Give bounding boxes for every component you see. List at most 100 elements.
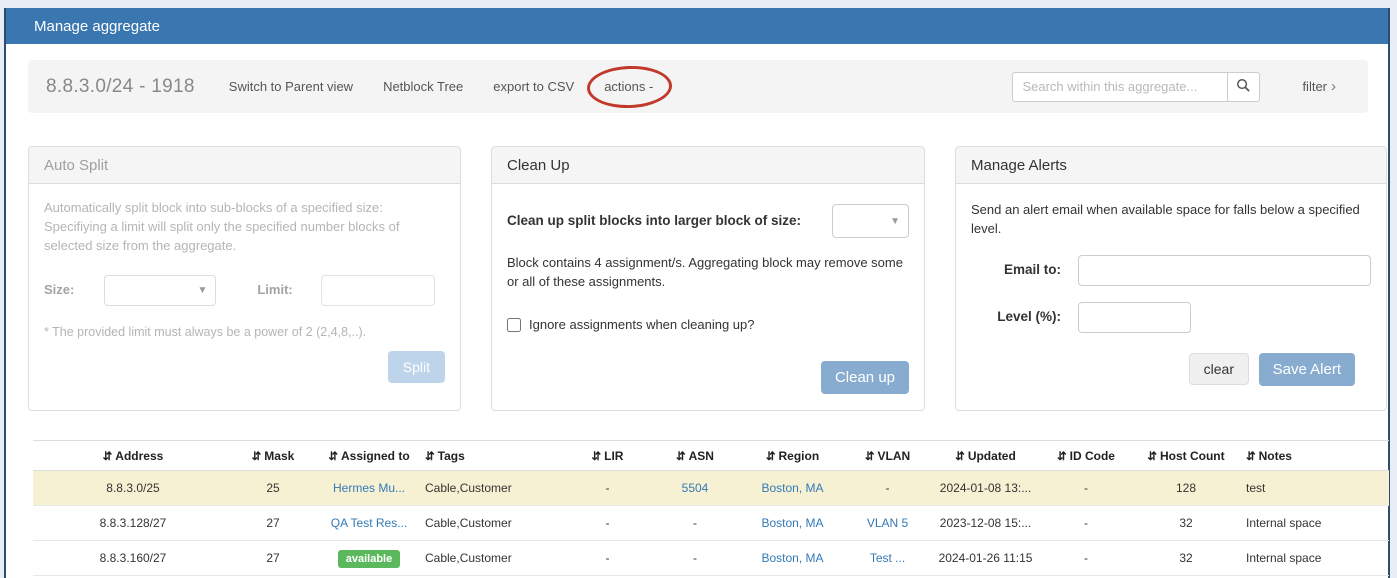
cell-link[interactable]: QA Test Res... [331, 516, 407, 530]
search-button[interactable] [1227, 72, 1260, 102]
toolbar-right: filter › [1012, 72, 1350, 102]
sort-icon: ⇵ [425, 451, 435, 463]
column-header-address[interactable]: ⇵Address [33, 441, 233, 471]
sort-icon: ⇵ [766, 451, 776, 463]
table-cell: 8.8.3.0/25 [33, 471, 233, 506]
switch-parent-view-link[interactable]: Switch to Parent view [229, 79, 353, 94]
search-input[interactable] [1012, 72, 1227, 102]
toolbar: 8.8.3.0/24 - 1918 Switch to Parent view … [28, 60, 1368, 113]
table-cell: 2024-01-26 11:15 [925, 541, 1046, 576]
table-cell: Test ... [850, 541, 925, 576]
size-select: ▼ [104, 275, 216, 306]
aggregate-label: 8.8.3.0/24 - 1918 [46, 76, 195, 98]
table-cell: Boston, MA [735, 471, 850, 506]
column-header-host-count[interactable]: ⇵Host Count [1126, 441, 1246, 471]
column-header-updated[interactable]: ⇵Updated [925, 441, 1046, 471]
table-cell: QA Test Res... [313, 506, 425, 541]
table-cell: - [655, 506, 735, 541]
column-header-region[interactable]: ⇵Region [735, 441, 850, 471]
table-cell: Hermes Mu... [313, 471, 425, 506]
table-cell: 8.8.3.160/27 [33, 541, 233, 576]
cell-link[interactable]: Boston, MA [761, 551, 823, 565]
sort-icon: ⇵ [1246, 451, 1256, 463]
column-header-vlan[interactable]: ⇵VLAN [850, 441, 925, 471]
netblock-tree-link[interactable]: Netblock Tree [383, 79, 463, 94]
table-row[interactable]: 8.8.3.0/2525Hermes Mu...Cable,Customer-5… [33, 471, 1389, 506]
table-cell: 27 [233, 506, 313, 541]
table-row[interactable]: 8.8.3.128/2727QA Test Res...Cable,Custom… [33, 506, 1389, 541]
manage-aggregate-window: Manage aggregate 8.8.3.0/24 - 1918 Switc… [4, 8, 1390, 578]
table-cell: 32 [1126, 541, 1246, 576]
clear-button[interactable]: clear [1189, 353, 1249, 385]
cell-link[interactable]: Test ... [870, 551, 905, 565]
export-csv-link[interactable]: export to CSV [493, 79, 574, 94]
sort-icon: ⇵ [865, 451, 875, 463]
cell-link[interactable]: Hermes Mu... [333, 481, 405, 495]
table-header-row: ⇵Address⇵Mask⇵Assigned to⇵Tags⇵LIR⇵ASN⇵R… [33, 441, 1389, 471]
chevron-right-icon: › [1331, 78, 1336, 95]
sort-icon: ⇵ [252, 451, 262, 463]
level-label: Level (%): [971, 307, 1078, 327]
table-cell: 8.8.3.128/27 [33, 506, 233, 541]
clean-up-description: Block contains 4 assignment/s. Aggregati… [507, 254, 909, 292]
search-icon [1236, 78, 1251, 96]
table-cell: - [560, 541, 655, 576]
column-header-mask[interactable]: ⇵Mask [233, 441, 313, 471]
cell-link[interactable]: Boston, MA [761, 481, 823, 495]
cell-link[interactable]: 5504 [682, 481, 709, 495]
ignore-assignments-label: Ignore assignments when cleaning up? [529, 316, 754, 335]
column-header-notes[interactable]: ⇵Notes [1246, 441, 1389, 471]
netblocks-table: ⇵Address⇵Mask⇵Assigned to⇵Tags⇵LIR⇵ASN⇵R… [33, 440, 1389, 576]
filter-label: filter [1302, 79, 1327, 94]
chevron-down-icon: ▼ [197, 284, 207, 299]
manage-alerts-description: Send an alert email when available space… [971, 201, 1371, 239]
clean-up-title: Clean Up [507, 157, 570, 174]
table-cell: Boston, MA [735, 506, 850, 541]
table-row[interactable]: 8.8.3.160/2727availableCable,Customer--B… [33, 541, 1389, 576]
table-cell: Internal space [1246, 506, 1389, 541]
table-cell: - [850, 471, 925, 506]
table-cell: 32 [1126, 506, 1246, 541]
actions-menu-link[interactable]: actions - [604, 79, 653, 94]
sort-icon: ⇵ [676, 451, 686, 463]
sort-icon: ⇵ [328, 451, 338, 463]
email-to-label: Email to: [971, 260, 1078, 280]
table-cell: Internal space [1246, 541, 1389, 576]
titlebar: Manage aggregate [6, 8, 1388, 44]
clean-up-button[interactable]: Clean up [821, 361, 909, 394]
limit-footnote: * The provided limit must always be a po… [44, 323, 445, 341]
table-cell: 128 [1126, 471, 1246, 506]
table-cell: - [560, 471, 655, 506]
table-cell: - [560, 506, 655, 541]
sort-icon: ⇵ [1057, 451, 1067, 463]
column-header-assigned-to[interactable]: ⇵Assigned to [313, 441, 425, 471]
size-label: Size: [44, 281, 74, 300]
table-cell: Cable,Customer [425, 471, 560, 506]
table-cell: Boston, MA [735, 541, 850, 576]
page-title: Manage aggregate [34, 18, 160, 35]
status-badge[interactable]: available [338, 550, 400, 568]
table-cell: - [1046, 541, 1126, 576]
clean-size-select[interactable]: ▼ [832, 204, 909, 238]
save-alert-button[interactable]: Save Alert [1259, 353, 1355, 386]
panels-row: Auto Split Automatically split block int… [28, 146, 1366, 411]
column-header-asn[interactable]: ⇵ASN [655, 441, 735, 471]
level-input[interactable] [1078, 302, 1191, 333]
auto-split-panel: Auto Split Automatically split block int… [28, 146, 461, 411]
filter-link[interactable]: filter › [1302, 78, 1336, 95]
manage-alerts-header: Manage Alerts [956, 147, 1386, 184]
ignore-assignments-checkbox[interactable] [507, 318, 521, 332]
cell-link[interactable]: VLAN 5 [867, 516, 908, 530]
sort-icon: ⇵ [592, 451, 602, 463]
table-cell: - [655, 541, 735, 576]
cell-link[interactable]: Boston, MA [761, 516, 823, 530]
sort-icon: ⇵ [1147, 451, 1157, 463]
table-cell: 25 [233, 471, 313, 506]
auto-split-title: Auto Split [44, 157, 108, 174]
table-cell: 2024-01-08 13:... [925, 471, 1046, 506]
column-header-lir[interactable]: ⇵LIR [560, 441, 655, 471]
column-header-tags[interactable]: ⇵Tags [425, 441, 560, 471]
table-cell: Cable,Customer [425, 541, 560, 576]
email-to-input[interactable] [1078, 255, 1371, 286]
column-header-id-code[interactable]: ⇵ID Code [1046, 441, 1126, 471]
